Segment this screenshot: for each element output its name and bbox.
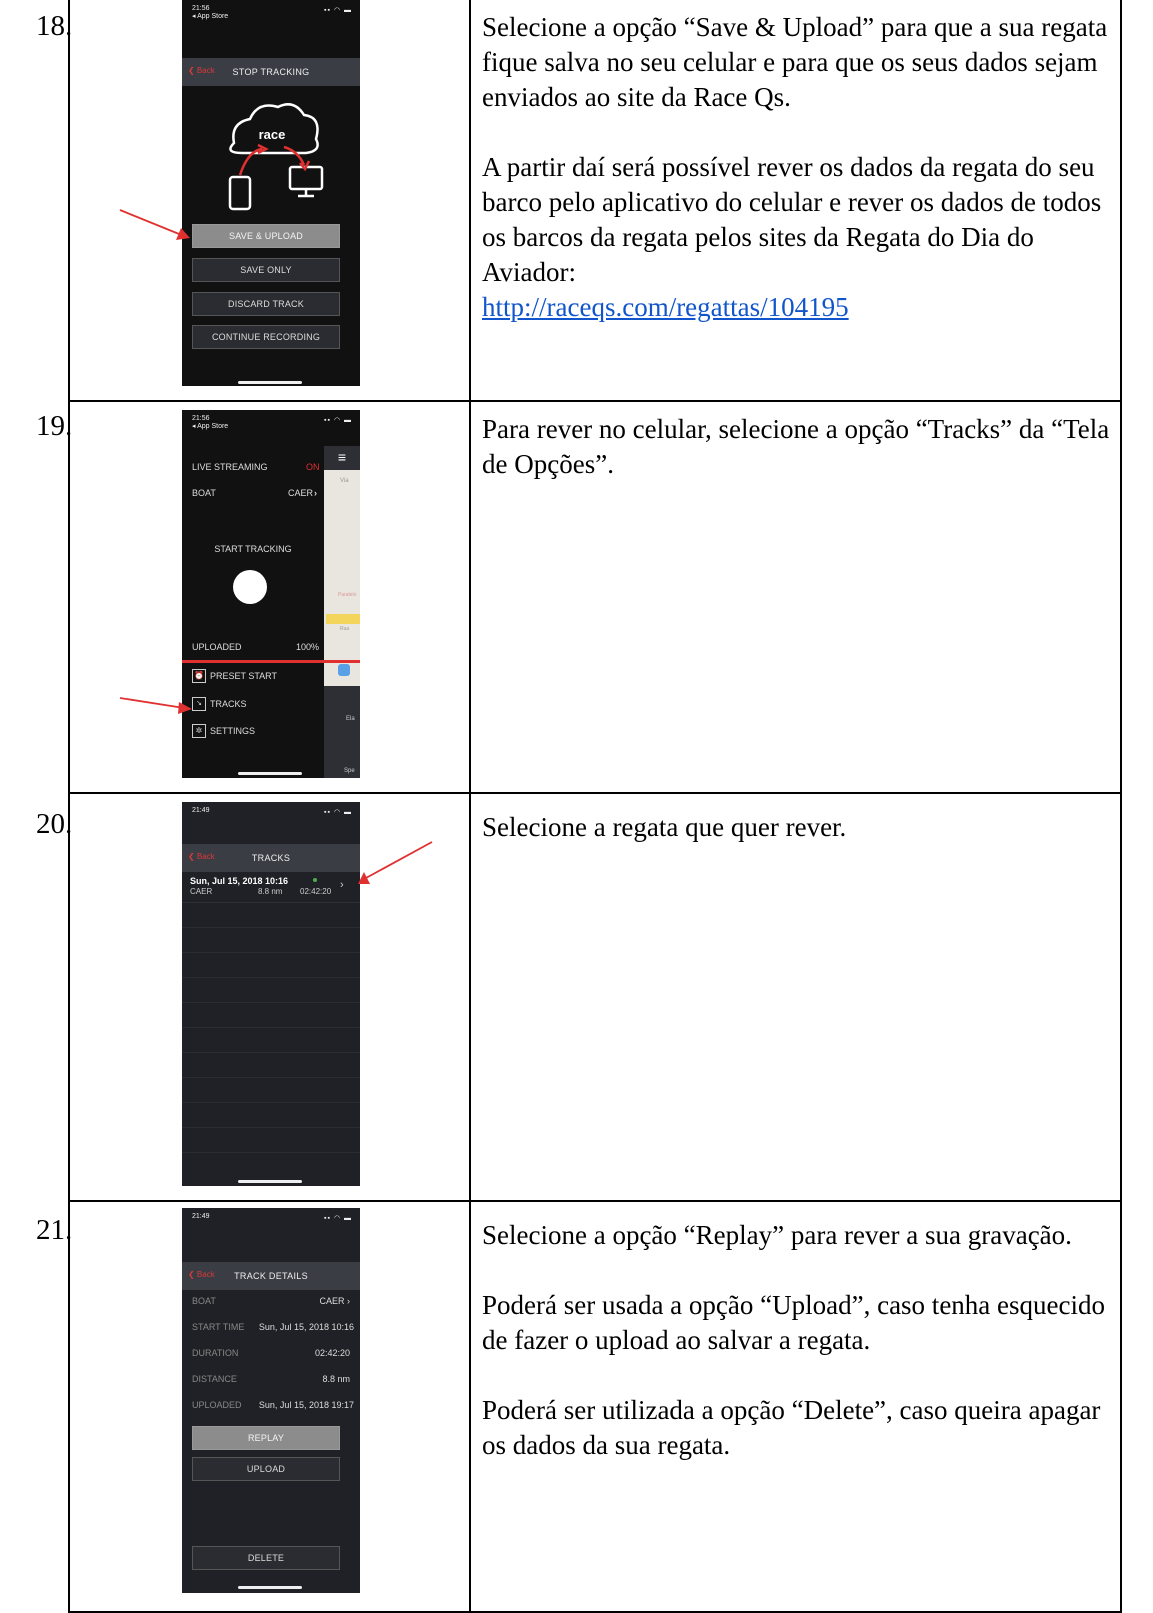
paragraph: Para rever no celular, selecione a opção… [482,414,1110,479]
pointer-arrow [119,209,190,240]
row-divider [68,400,1122,402]
status-bar: 21:49 [192,807,210,814]
nav-bar: ❮ Back STOP TRACKING [182,58,360,86]
upload-progress-bar [182,660,360,663]
paragraph: Poderá ser usada a opção “Upload”, caso … [482,1290,1105,1355]
save-upload-button[interactable]: SAVE & UPLOAD [192,224,340,248]
regatta-link[interactable]: http://raceqs.com/regattas/104195 [482,292,849,322]
continue-recording-button[interactable]: CONTINUE RECORDING [192,325,340,349]
row-divider [68,792,1122,794]
status-bar: 21:49 [192,1213,210,1220]
gear-icon: ✲ [192,724,206,738]
phone-screenshot-stop-tracking: 21:56 ◂ App Store ▪▪ ◠ ▬ ❮ Back STOP TRAC… [182,0,360,386]
pointer-arrow [358,841,433,884]
step-number: 18. [36,10,73,42]
signal-icon: ▪▪ ◠ ▬ [324,7,352,14]
paragraph: Selecione a regata que quer rever. [482,812,847,842]
phone-screenshot-track-details: 21:49 ▪▪ ◠ ▬ ❮ Back TRACK DETAILS BOAT CA… [182,1208,360,1593]
start-tracking-button[interactable] [233,570,267,604]
home-indicator [238,1586,302,1589]
signal-icon: ▪▪ ◠ ▬ [324,1215,352,1222]
save-only-button[interactable]: SAVE ONLY [192,258,340,282]
paragraph: Selecione a opção “Save & Upload” para q… [482,12,1108,112]
empty-list-rows [182,903,360,1171]
signal-icon: ▪▪ ◠ ▬ [324,417,352,424]
replay-button[interactable]: REPLAY [192,1426,340,1450]
paragraph: Poderá ser utilizada a opção “Delete”, c… [482,1395,1101,1460]
column-divider [469,0,471,1613]
home-indicator [238,381,302,384]
alarm-clock-icon: ⏰ [192,669,206,683]
screen-title: STOP TRACKING [232,67,310,77]
status-bar: 21:56 ◂ App Store [192,5,229,20]
status-bar: 21:56 ◂ App Store [192,415,229,430]
phone-screenshot-menu: 21:56 ◂ App Store ▪▪ ◠ ▬ ≡ Via Paralelo R… [182,410,360,778]
signal-icon: ▪▪ ◠ ▬ [324,809,352,816]
hamburger-icon[interactable]: ≡ [324,446,360,470]
screen-title: TRACK DETAILS [234,1271,308,1281]
step-description: Selecione a opção “Replay” para rever a … [482,1218,1122,1463]
delete-button[interactable]: DELETE [192,1546,340,1570]
upload-button[interactable]: UPLOAD [192,1457,340,1481]
pointer-arrow [119,697,192,714]
chevron-right-icon: › [340,879,344,891]
step-description: Selecione a regata que quer rever. [482,810,1122,845]
home-indicator [238,772,302,775]
nav-bar: ❮ Back TRACK DETAILS [182,1262,360,1290]
nav-bar: ❮ Back TRACKS [182,844,360,872]
map-panel: ≡ Via Paralelo Rua Ela Spe [324,446,360,778]
upload-cloud-icon: race [228,103,324,211]
race-logo-text: race [259,127,286,142]
step-description: Selecione a opção “Save & Upload” para q… [482,10,1122,325]
screen-title: TRACKS [251,853,291,863]
chevron-right-icon: › [314,488,317,498]
status-dot-icon [313,878,317,882]
discard-track-button[interactable]: DISCARD TRACK [192,292,340,316]
track-list-item[interactable]: Sun, Jul 15, 2018 10:16 CAER 8.8 nm 02:4… [182,872,360,903]
step-description: Para rever no celular, selecione a opção… [482,412,1122,482]
phone-screenshot-tracks: 21:49 ▪▪ ◠ ▬ ❮ Back TRACKS Sun, Jul 15, … [182,802,360,1186]
paragraph: Selecione a opção “Replay” para rever a … [482,1220,1072,1250]
start-tracking-label: START TRACKING [214,544,292,554]
step-number: 20. [36,808,73,840]
step-number: 19. [36,410,73,442]
row-divider [68,1200,1122,1202]
home-indicator [238,1180,302,1183]
paragraph: A partir daí será possível rever os dado… [482,152,1102,287]
step-number: 21. [36,1214,73,1246]
